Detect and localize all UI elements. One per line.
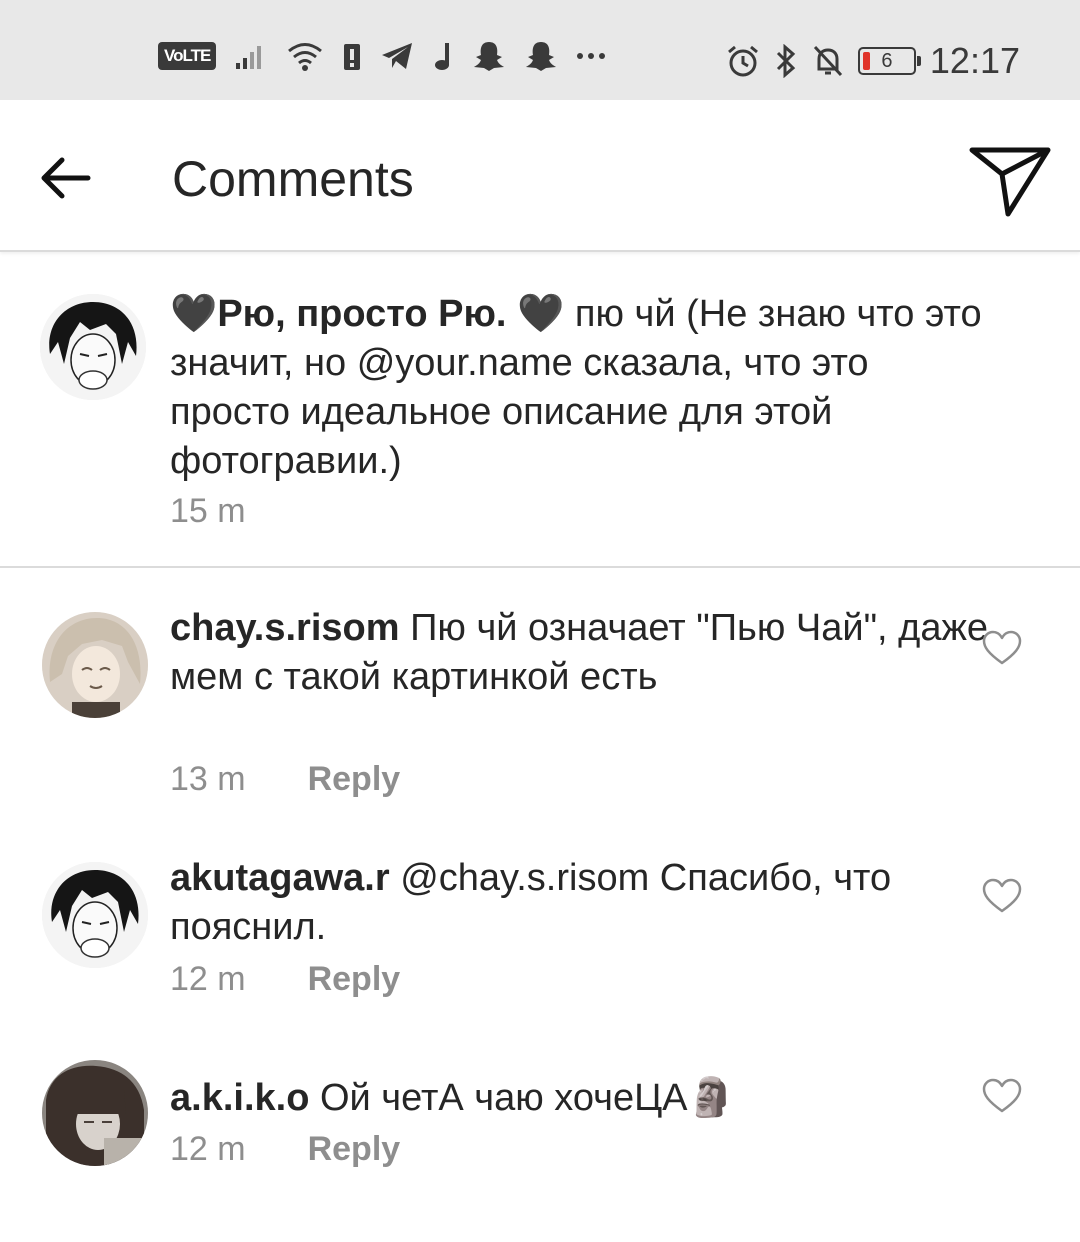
avatar-image [42,1060,148,1166]
comment-time: 13 m [170,760,246,798]
status-bar-left: VoLTE [158,40,606,72]
mute-icon [813,45,843,77]
comment-item: akutagawa.r @chay.s.risom Спасибо, что п… [0,820,1080,1020]
clock: 12:17 [929,40,1020,81]
battery-icon: 6 [857,47,921,75]
comment-item: a.k.i.k.o Ой четА чаю хочеЦА🗿 12 m Reply [0,1020,1080,1200]
caption-meta: 15 m [170,492,246,531]
avatar[interactable] [40,294,146,400]
wifi-icon [288,43,323,71]
share-button[interactable] [966,140,1054,220]
heart-icon [982,878,1022,913]
music-icon [435,43,450,70]
avatar-image [42,862,148,968]
volte-badge: VoLTE [158,42,217,70]
sim-alert-icon [344,44,361,70]
comment-meta: 12 m Reply [170,960,400,999]
avatar[interactable] [42,1060,148,1166]
comment-username[interactable]: a.k.i.k.o [170,1077,309,1119]
more-icon [577,53,606,59]
comment-text: akutagawa.r @chay.s.risom Спасибо, что п… [170,854,990,952]
comments-header: Comments [0,100,1080,252]
reply-button[interactable]: Reply [308,760,401,799]
heart-icon [982,630,1022,665]
caption-time: 15 m [170,492,246,530]
reply-button[interactable]: Reply [308,960,401,999]
comment-time: 12 m [170,960,246,998]
caption-username[interactable]: 🖤Рю, просто Рю. 🖤 [170,293,564,335]
heart-icon [982,1078,1022,1113]
paper-plane-icon [969,147,1051,217]
snapchat-icon [474,42,505,71]
status-bar: VoLTE 6 12:17 [0,0,1080,100]
avatar[interactable] [42,612,148,718]
caption-text: 🖤Рю, просто Рю. 🖤 пю чй (Не знаю что это… [170,290,990,486]
bluetooth-icon [776,44,796,78]
comment-time: 12 m [170,1130,246,1168]
comment-item: chay.s.risom Пю чй означает "Пью Чай", д… [0,570,1080,810]
back-button[interactable] [36,150,96,206]
like-button[interactable] [982,1078,1022,1114]
like-button[interactable] [982,878,1022,914]
comment-text: a.k.i.k.o Ой четА чаю хочеЦА🗿 [170,1074,990,1123]
avatar[interactable] [42,862,148,968]
like-button[interactable] [982,630,1022,666]
battery-level: 6 [881,49,893,72]
avatar-image [42,612,148,718]
comment-username[interactable]: akutagawa.r [170,857,390,899]
comment-username[interactable]: chay.s.risom [170,607,400,649]
telegram-icon [382,43,413,69]
comment-body: Ой четА чаю хочеЦА🗿 [309,1077,735,1119]
comment-meta: 13 m Reply [170,760,400,799]
post-caption: 🖤Рю, просто Рю. 🖤 пю чй (Не знаю что это… [0,256,1080,568]
signal-icon [236,46,262,69]
arrow-left-icon [41,157,91,199]
snapchat-icon [526,42,557,71]
page-title: Comments [172,151,414,207]
comment-meta: 12 m Reply [170,1130,400,1169]
alarm-icon [727,45,758,77]
status-bar-right: 6 12:17 [726,40,1020,82]
comment-text: chay.s.risom Пю чй означает "Пью Чай", д… [170,604,990,702]
avatar-image [40,294,146,400]
reply-button[interactable]: Reply [308,1130,401,1169]
